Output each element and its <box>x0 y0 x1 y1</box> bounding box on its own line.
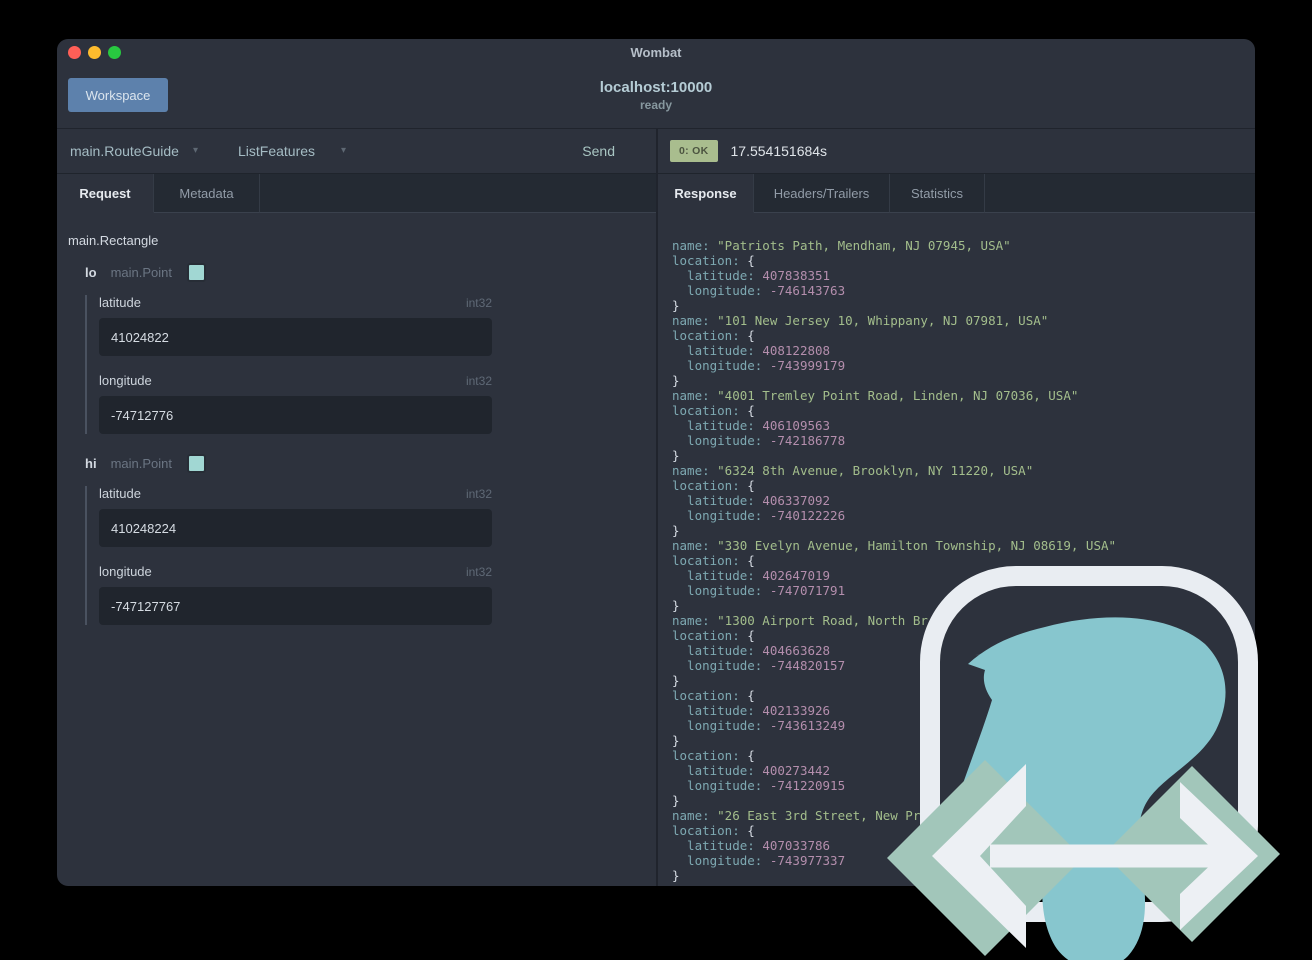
request-pane: main.RouteGuide ▾ ListFeatures ▾ Send Re… <box>57 128 656 886</box>
method-select-label: ListFeatures <box>237 142 316 159</box>
hi-longitude-input[interactable] <box>99 587 492 625</box>
field-label: latitude <box>99 486 141 501</box>
group-name: lo <box>85 265 97 280</box>
response-output: name: "Patriots Path, Mendham, NJ 07945,… <box>672 238 1117 883</box>
tab-request[interactable]: Request <box>57 174 154 213</box>
group-type: main.Point <box>110 456 172 471</box>
field-hi-longitude: longitude int32 <box>99 564 492 625</box>
field-group-hi: hi main.Point latitude int32 longitude int32 <box>85 454 656 625</box>
call-duration: 17.554151684s <box>730 142 828 159</box>
response-pane: 0: OK 17.554151684s Response Headers/Tra… <box>658 128 1255 886</box>
status-badge: 0: OK <box>670 139 718 162</box>
hi-latitude-input[interactable] <box>99 509 492 547</box>
field-type: int32 <box>465 296 492 310</box>
field-label-row: longitude int32 <box>99 564 492 579</box>
field-type: int32 <box>465 374 492 388</box>
titlebar: Wombat <box>57 39 1255 67</box>
send-button[interactable]: Send <box>576 142 621 160</box>
field-type: int32 <box>465 487 492 501</box>
field-label-row: longitude int32 <box>99 373 492 388</box>
header: Workspace localhost:10000 ready <box>57 67 1255 129</box>
lo-longitude-input[interactable] <box>99 396 492 434</box>
tabbar-filler <box>260 174 656 213</box>
lo-latitude-input[interactable] <box>99 318 492 356</box>
tab-statistics[interactable]: Statistics <box>890 174 985 213</box>
response-content: name: "Patriots Path, Mendham, NJ 07945,… <box>658 212 1255 886</box>
service-select[interactable]: main.RouteGuide ▾ <box>70 143 198 159</box>
group-type: main.Point <box>110 265 172 280</box>
field-label: longitude <box>99 564 152 579</box>
field-label: latitude <box>99 295 141 310</box>
request-form: main.Rectangle lo main.Point latitude int32… <box>57 212 656 625</box>
window-title: Wombat <box>630 45 682 60</box>
service-select-label: main.RouteGuide <box>70 142 179 159</box>
field-type: int32 <box>465 565 492 579</box>
tab-metadata[interactable]: Metadata <box>154 174 260 213</box>
form-groups: lomain.Pointlatitudeint32longitudeint32h… <box>68 263 656 625</box>
group-fields: latitude int32 longitude int32 <box>85 486 656 625</box>
field-label-row: latitude int32 <box>99 486 492 501</box>
request-content: main.Rectangle lo main.Point latitude int32… <box>57 212 656 886</box>
group-header: lo main.Point <box>85 263 656 282</box>
request-tabbar: Request Metadata <box>57 173 656 213</box>
tabbar-filler <box>985 174 1255 213</box>
group-name: hi <box>85 456 97 471</box>
server-address: localhost:10000 <box>599 79 713 96</box>
field-label: longitude <box>99 373 152 388</box>
field-group-lo: lo main.Point latitude int32 longitude int32 <box>85 263 656 434</box>
field-label-row: latitude int32 <box>99 295 492 310</box>
wombat-window: Wombat Workspace localhost:10000 ready m… <box>57 39 1255 886</box>
chevron-down-icon: ▾ <box>341 145 347 156</box>
field-hi-latitude: latitude int32 <box>99 486 492 547</box>
message-type-label: main.Rectangle <box>68 233 159 248</box>
hi-enabled-checkbox[interactable] <box>186 454 206 473</box>
lo-enabled-checkbox[interactable] <box>186 263 206 282</box>
desktop: Wombat Workspace localhost:10000 ready m… <box>0 0 1312 960</box>
method-select[interactable]: ListFeatures ▾ <box>238 143 346 159</box>
connection-status: localhost:10000 ready <box>57 79 1255 112</box>
request-toolbar: main.RouteGuide ▾ ListFeatures ▾ Send <box>57 128 656 173</box>
tab-headers-trailers[interactable]: Headers/Trailers <box>754 174 890 213</box>
connection-state: ready <box>639 98 673 112</box>
chevron-down-icon: ▾ <box>192 145 198 156</box>
field-lo-latitude: latitude int32 <box>99 295 492 356</box>
response-tabbar: Response Headers/Trailers Statistics <box>658 173 1255 213</box>
response-toolbar: 0: OK 17.554151684s <box>658 128 1255 173</box>
group-header: hi main.Point <box>85 454 656 473</box>
field-lo-longitude: longitude int32 <box>99 373 492 434</box>
tab-response[interactable]: Response <box>658 174 754 213</box>
group-fields: latitude int32 longitude int32 <box>85 295 656 434</box>
